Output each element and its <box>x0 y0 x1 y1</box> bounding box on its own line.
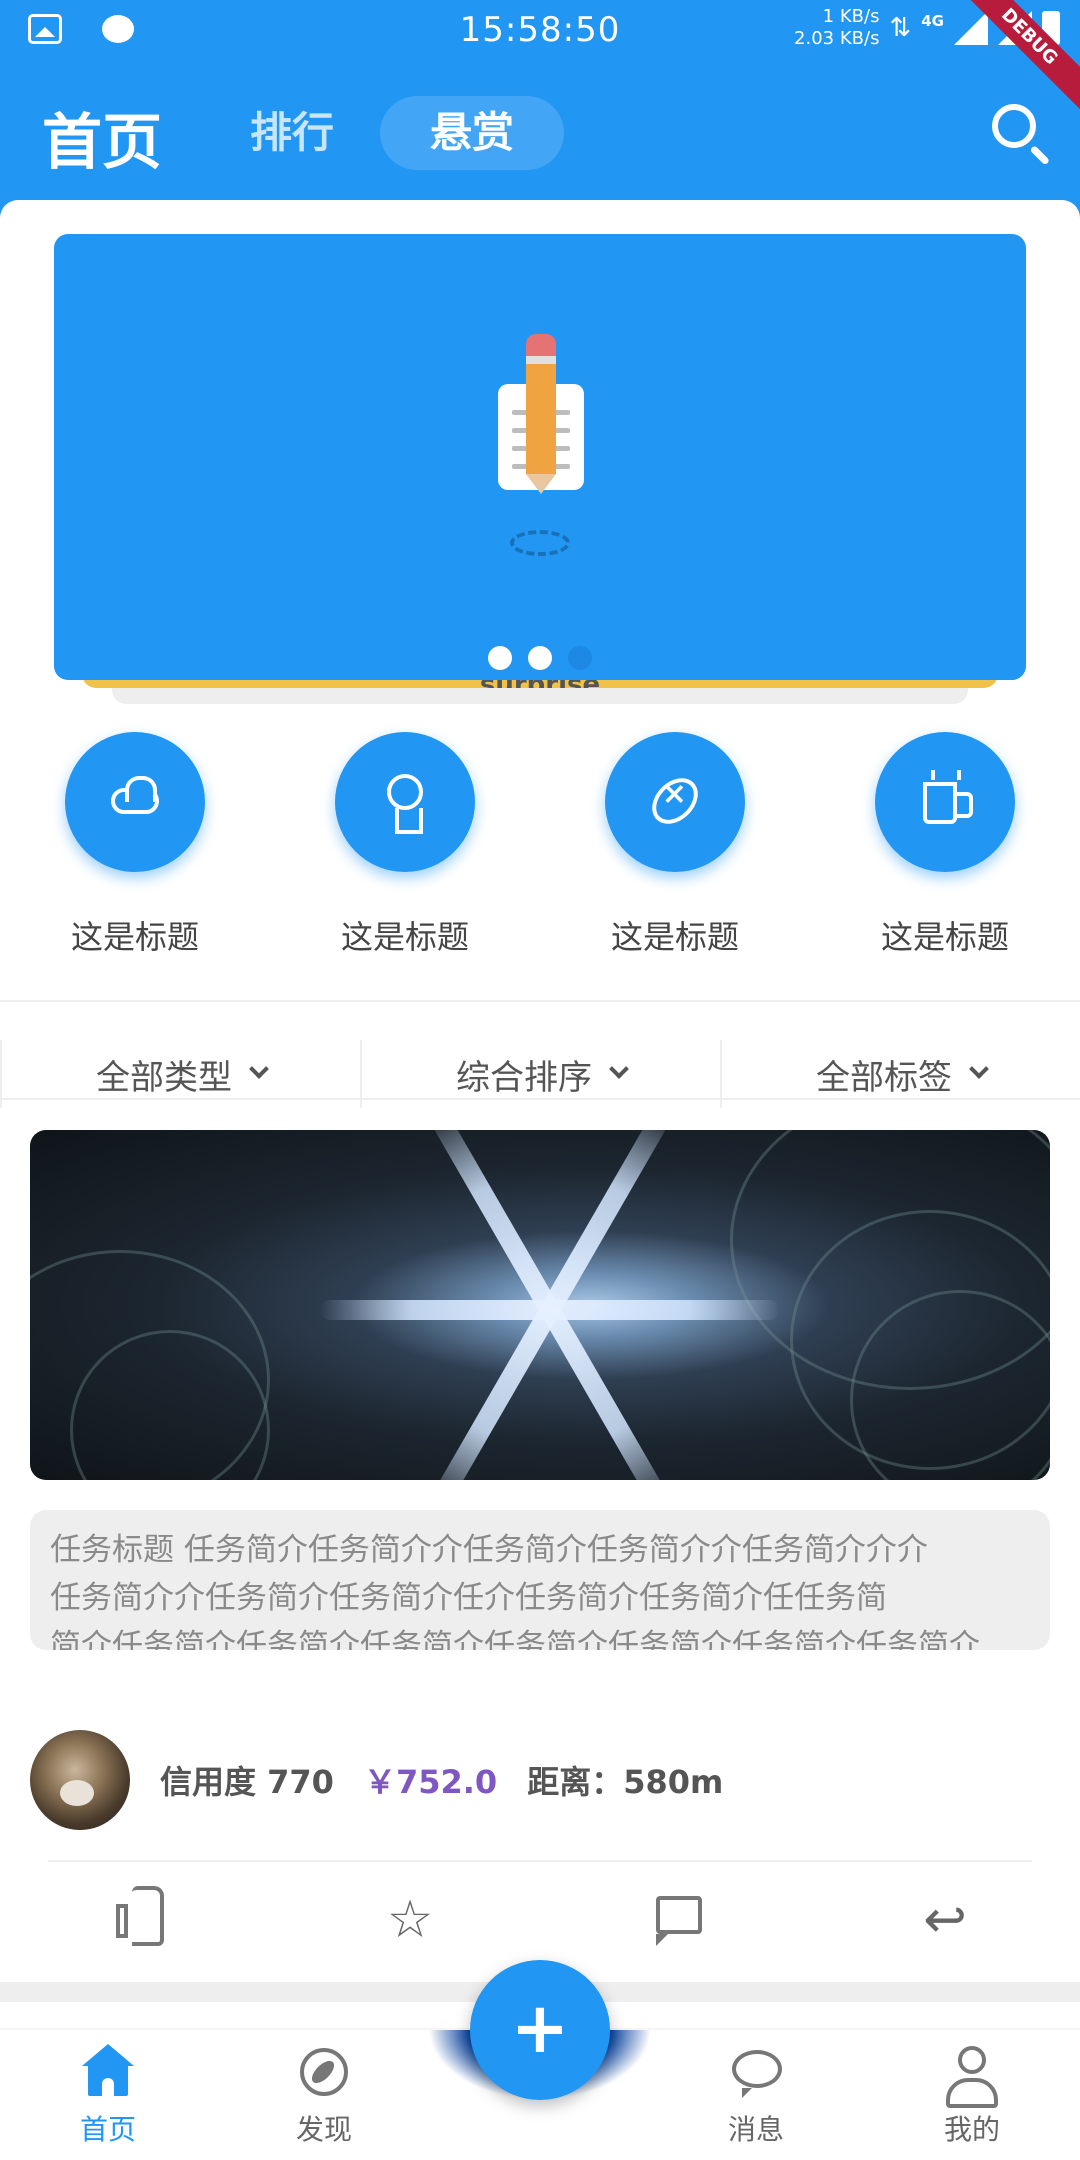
like-button[interactable] <box>110 1886 170 1950</box>
nav-profile[interactable]: 我的 <box>892 2044 1052 2148</box>
user-icon <box>946 2046 998 2108</box>
page-dot-3[interactable] <box>568 646 592 670</box>
status-bar: 15:58:50 1 KB/s 2.03 KB/s ⇅ 4G <box>0 0 1080 64</box>
distance: 距离：580m <box>527 1763 724 1801</box>
favorite-button[interactable]: ☆ <box>380 1890 440 1950</box>
avatar[interactable] <box>30 1730 130 1830</box>
quick-entry-4[interactable]: 这是标题 <box>810 732 1080 958</box>
comment-icon <box>656 1896 702 1946</box>
home-icon <box>82 2044 134 2096</box>
quick-entry-2[interactable]: 这是标题 <box>270 732 540 958</box>
divider <box>0 1000 1080 1002</box>
nav-discover[interactable]: 发现 <box>244 2044 404 2148</box>
divider <box>0 1098 1080 1100</box>
reward-price: ￥752.0 <box>363 1763 498 1801</box>
quick-entries: 这是标题 这是标题 这是标题 这是标题 <box>0 732 1080 982</box>
quick-entry-label: 这是标题 <box>70 918 199 956</box>
pencil-icon <box>526 334 556 494</box>
like-icon <box>116 1886 164 1946</box>
nav-label: 首页 <box>79 2113 136 2146</box>
main-content: surprise 这是标题 这是标题 <box>0 200 1080 2030</box>
pencil-shadow <box>510 530 570 556</box>
add-task-button[interactable]: + <box>470 1960 610 2100</box>
star-icon: ☆ <box>386 1890 434 1950</box>
nav-label: 发现 <box>295 2113 352 2146</box>
coffee-cup-icon <box>923 770 973 824</box>
nav-label: 消息 <box>727 2113 784 2146</box>
app-bar: 首页 排行 悬赏 <box>0 64 1080 200</box>
banner-carousel[interactable]: surprise <box>54 234 1026 704</box>
message-icon <box>732 2050 782 2098</box>
football-icon <box>643 769 707 833</box>
chevron-down-icon <box>969 1059 989 1079</box>
nav-home[interactable]: 首页 <box>28 2044 188 2148</box>
banner-slide[interactable] <box>54 234 1026 680</box>
credit-score: 信用度 770 <box>160 1763 334 1801</box>
award-icon <box>387 774 423 834</box>
cloud-icon <box>111 776 159 814</box>
data-transfer-icon: ⇅ <box>889 13 912 43</box>
task-description[interactable]: 任务标题 任务简介任务简介介任务简介任务简介介任务简介介介 任务简介介任务简介任… <box>30 1510 1050 1650</box>
page-indicator <box>488 646 592 670</box>
quick-entry-label: 这是标题 <box>610 918 739 956</box>
compass-icon <box>300 2048 348 2096</box>
filter-bar: 全部类型 综合排序 全部标签 <box>0 1026 1080 1122</box>
nav-label: 我的 <box>943 2113 1000 2146</box>
reply-icon: ↩ <box>923 1890 967 1950</box>
reply-button[interactable]: ↩ <box>915 1890 975 1950</box>
task-image[interactable] <box>30 1130 1050 1480</box>
quick-entry-1[interactable]: 这是标题 <box>0 732 270 958</box>
chevron-down-icon <box>609 1059 629 1079</box>
search-button[interactable] <box>988 100 1052 166</box>
tab-rank[interactable]: 排行 <box>200 96 384 170</box>
comment-button[interactable] <box>650 1890 710 1950</box>
network-speed: 1 KB/s 2.03 KB/s <box>794 6 880 49</box>
chevron-down-icon <box>249 1059 269 1079</box>
page-title: 首页 <box>42 108 162 178</box>
divider <box>48 1860 1032 1862</box>
task-meta: 信用度 770 ￥752.0 距离：580m <box>30 1730 1050 1830</box>
nav-messages[interactable]: 消息 <box>676 2044 836 2148</box>
quick-entry-label: 这是标题 <box>340 918 469 956</box>
page-dot-1[interactable] <box>488 646 512 670</box>
quick-entry-3[interactable]: 这是标题 <box>540 732 810 958</box>
page-dot-2[interactable] <box>528 646 552 670</box>
signal-icon <box>954 11 988 45</box>
tab-reward[interactable]: 悬赏 <box>380 96 565 170</box>
quick-entry-label: 这是标题 <box>880 918 1009 956</box>
network-type: 4G <box>921 12 944 30</box>
